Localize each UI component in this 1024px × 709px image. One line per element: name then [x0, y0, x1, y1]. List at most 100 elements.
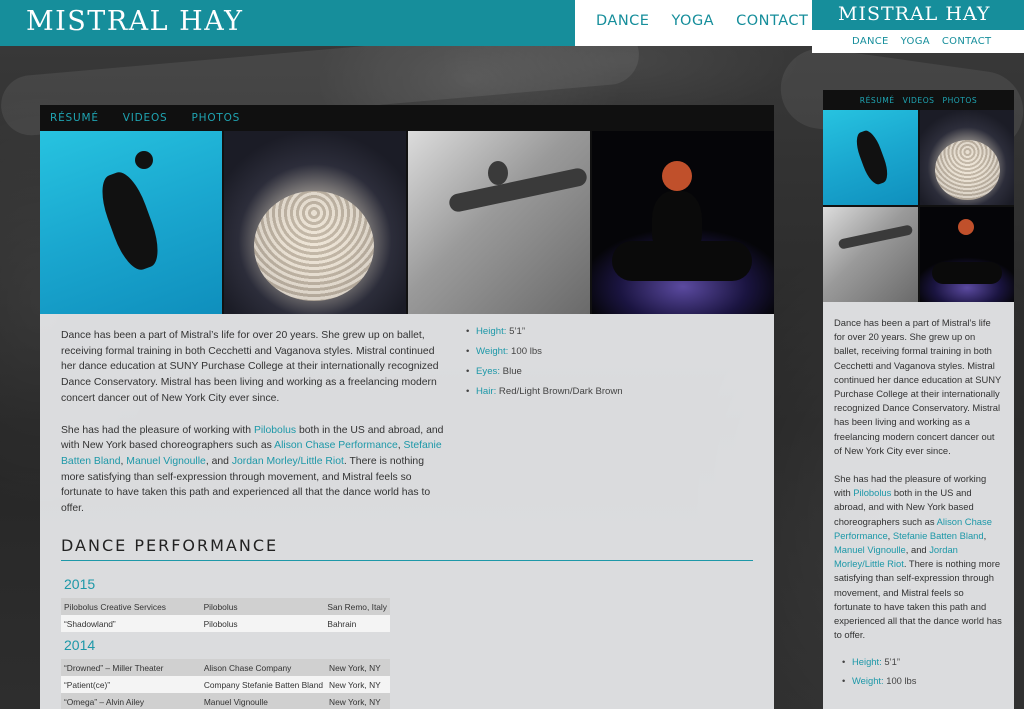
- bio-text-part: has been a part of Mistral’s life for ov…: [61, 330, 439, 404]
- link-manuel-vignoulle[interactable]: Manuel Vignoulle: [834, 544, 906, 555]
- main-content-panel: Résumé Videos Photos Dance has been a pa…: [40, 105, 774, 709]
- performance-location: Bahrain: [324, 615, 390, 632]
- section-heading-dance-performance: DANCE PERFORMANCE: [61, 536, 753, 561]
- stat-value: Blue: [500, 366, 522, 377]
- year-heading: 2014: [64, 637, 96, 653]
- bio-text-part: , and: [905, 544, 930, 556]
- performance-title: “Shadowland”: [61, 615, 201, 632]
- performance-table: Pilobolus Creative Services Pilobolus Sa…: [61, 598, 390, 632]
- dancer-photo[interactable]: [40, 131, 222, 314]
- bio-section: Dance has been a part of Mistral’s life …: [40, 314, 774, 517]
- mobile-site-logo[interactable]: MISTRAL HAY: [838, 3, 990, 25]
- dancer-photo[interactable]: [408, 131, 590, 314]
- stat-value: 100 lbs: [508, 346, 542, 357]
- link-jordan-morley[interactable]: Jordan Morley/Little Riot: [232, 456, 344, 467]
- mobile-subnav-videos[interactable]: Videos: [903, 96, 935, 105]
- mobile-nav-yoga[interactable]: YOGA: [901, 36, 930, 47]
- bio-paragraph: Dance has been a part of Mistral’s life …: [834, 316, 1002, 458]
- link-pilobolus[interactable]: Pilobolus: [853, 487, 891, 498]
- performance-company: Manuel Vignoulle: [200, 693, 327, 709]
- stat-key: Weight:: [852, 675, 884, 687]
- table-row: “Omega” – Alvin Ailey Manuel Vignoulle N…: [61, 693, 390, 709]
- photo-strip: [40, 131, 774, 314]
- table-row: Pilobolus Creative Services Pilobolus Sa…: [61, 598, 390, 615]
- nav-yoga[interactable]: YOGA: [671, 13, 714, 29]
- link-stefanie-batten-bland[interactable]: Stefanie Batten Bland: [893, 530, 984, 541]
- table-row: “Drowned” – Miller Theater Alison Chase …: [61, 659, 390, 676]
- stat-key: Weight:: [476, 346, 509, 357]
- link-alison-chase[interactable]: Alison Chase Performance: [274, 440, 398, 451]
- stat-key: Height:: [476, 326, 507, 337]
- bio-lead-word: Dance: [61, 330, 92, 341]
- year-heading: 2015: [64, 576, 96, 592]
- table-row: “Patient(ce)” Company Stefanie Batten Bl…: [61, 676, 390, 693]
- performance-title: “Drowned” – Miller Theater: [61, 659, 201, 676]
- stat-key: Hair:: [476, 386, 497, 397]
- dancer-photo[interactable]: [592, 131, 774, 314]
- performance-title: “Patient(ce)”: [61, 676, 201, 693]
- dancer-photo[interactable]: [919, 110, 1014, 205]
- stats-list: Height: 5’1” Weight: 100 lbs Eyes: Blue …: [466, 326, 623, 406]
- stat-value: 5’1”: [506, 326, 526, 337]
- stat-item: Eyes: Blue: [466, 366, 623, 378]
- dancer-photo[interactable]: [823, 207, 918, 302]
- stat-value: 100 lbs: [883, 675, 917, 687]
- bio-text: Dance has been a part of Mistral’s life …: [61, 328, 446, 517]
- sub-navigation: Résumé Videos Photos: [40, 105, 774, 131]
- bio-text-part: She has had the pleasure of working with: [61, 424, 254, 436]
- stat-item: Height: 5’1”: [842, 656, 1014, 668]
- bio-text-part: has been a part of Mistral’s life for ov…: [834, 317, 1002, 456]
- stat-item: Weight: 100 lbs: [842, 675, 1014, 687]
- performance-table: “Drowned” – Miller Theater Alison Chase …: [61, 659, 390, 709]
- performance-location: New York, NY: [326, 659, 390, 676]
- stat-key: Eyes:: [476, 366, 500, 377]
- nav-dance[interactable]: DANCE: [596, 13, 649, 29]
- subnav-resume[interactable]: Résumé: [50, 112, 99, 124]
- performance-title: “Omega” – Alvin Ailey: [61, 693, 201, 709]
- site-logo[interactable]: MISTRAL HAY: [26, 6, 243, 37]
- mobile-nav-contact[interactable]: CONTACT: [942, 36, 992, 47]
- bio-paragraph: She has had the pleasure of working with…: [61, 423, 446, 517]
- bio-paragraph: Dance has been a part of Mistral’s life …: [61, 328, 446, 407]
- bio-lead-word: Dance: [834, 317, 862, 328]
- stat-key: Height:: [852, 656, 882, 668]
- dancer-photo[interactable]: [919, 207, 1014, 302]
- link-manuel-vignoulle[interactable]: Manuel Vignoulle: [126, 456, 206, 467]
- mobile-header: MISTRAL HAY DANCE YOGA CONTACT: [812, 0, 1024, 53]
- bio-text-part: ,: [983, 529, 987, 541]
- dancer-photo[interactable]: [224, 131, 406, 314]
- mobile-nav-dance[interactable]: DANCE: [852, 36, 889, 47]
- performance-location: San Remo, Italy: [324, 598, 390, 615]
- mobile-stats-list: Height: 5’1” Weight: 100 lbs: [823, 656, 1014, 687]
- bio-text-part: , and: [205, 455, 232, 467]
- performance-company: Company Stefanie Batten Bland: [200, 676, 327, 693]
- performance-company: Pilobolus: [200, 615, 325, 632]
- bio-text-part: . There is nothing more satisfying than …: [834, 558, 1002, 641]
- mobile-content-panel: Résumé Videos Photos Dance has been a pa…: [823, 90, 1014, 709]
- subnav-videos[interactable]: Videos: [123, 112, 168, 124]
- mobile-subnav-resume[interactable]: Résumé: [860, 96, 895, 105]
- mobile-photo-grid: [823, 110, 1014, 302]
- dancer-photo[interactable]: [823, 110, 918, 205]
- performance-title: Pilobolus Creative Services: [61, 598, 201, 615]
- stat-value: 5’1”: [881, 656, 900, 668]
- performance-company: Alison Chase Company: [200, 659, 327, 676]
- table-row: “Shadowland” Pilobolus Bahrain: [61, 615, 390, 632]
- nav-contact[interactable]: CONTACT: [736, 13, 808, 29]
- mobile-sub-navigation: Résumé Videos Photos: [823, 90, 1014, 110]
- mobile-nav: DANCE YOGA CONTACT: [852, 36, 991, 47]
- top-nav-links: DANCE YOGA CONTACT: [596, 13, 808, 29]
- link-pilobolus[interactable]: Pilobolus: [254, 425, 296, 436]
- performance-location: New York, NY: [326, 693, 390, 709]
- stat-item: Weight: 100 lbs: [466, 346, 623, 358]
- mobile-subnav-photos[interactable]: Photos: [943, 96, 978, 105]
- stat-value: Red/Light Brown/Dark Brown: [496, 386, 623, 397]
- stat-item: Height: 5’1”: [466, 326, 623, 338]
- subnav-photos[interactable]: Photos: [192, 112, 241, 124]
- performance-location: New York, NY: [326, 676, 390, 693]
- performance-company: Pilobolus: [200, 598, 325, 615]
- stat-item: Hair: Red/Light Brown/Dark Brown: [466, 386, 623, 398]
- mobile-brand-bar: MISTRAL HAY: [812, 0, 1024, 30]
- top-navigation: DANCE YOGA CONTACT: [575, 0, 812, 46]
- bio-paragraph: She has had the pleasure of working with…: [834, 472, 1002, 642]
